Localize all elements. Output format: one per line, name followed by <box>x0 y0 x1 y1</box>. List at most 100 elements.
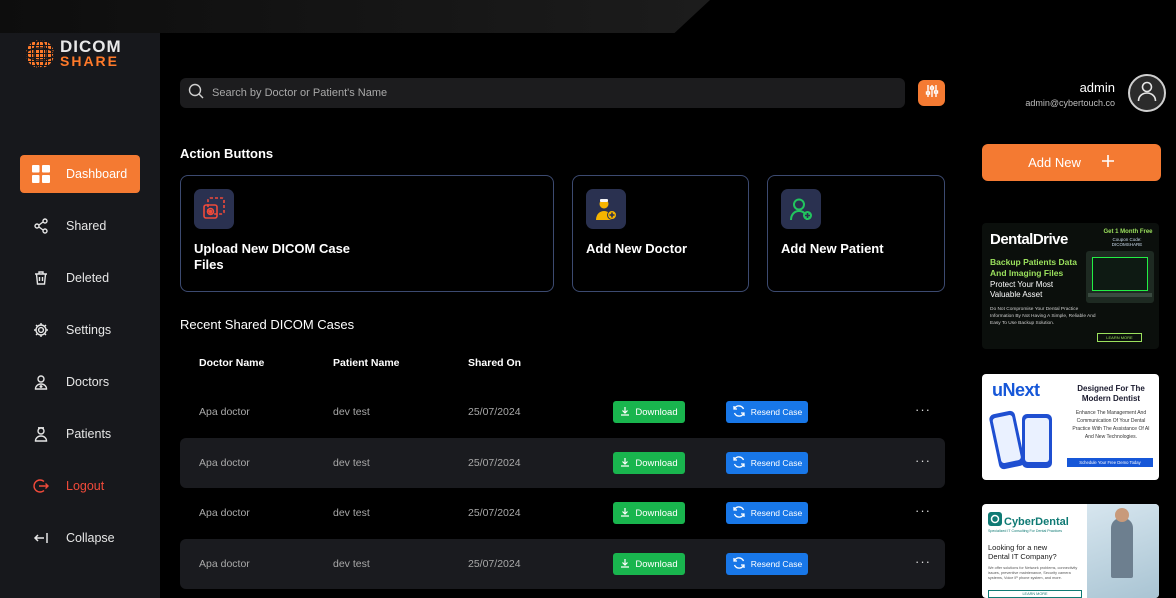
sidebar-item-collapse[interactable]: Collapse <box>20 519 140 557</box>
sidebar-item-shared[interactable]: Shared <box>20 207 140 245</box>
gear-icon <box>32 321 50 339</box>
sidebar-item-label: Deleted <box>66 271 110 285</box>
share-icon <box>32 217 50 235</box>
action-buttons-title: Action Buttons <box>180 146 274 161</box>
download-button[interactable]: Download <box>613 502 685 524</box>
app-logo[interactable]: DICOM SHARE <box>24 38 122 70</box>
patient-name-cell: dev test <box>333 457 370 469</box>
doctor-icon <box>32 373 50 391</box>
top-strip <box>0 0 1176 33</box>
upload-dicom-card[interactable]: Upload New DICOM Case Files <box>180 175 554 292</box>
sidebar-item-doctors[interactable]: Doctors <box>20 363 140 401</box>
card-label: Add New Doctor <box>586 241 688 256</box>
ad-headline: Designed For The Modern Dentist <box>1077 384 1145 403</box>
sidebar-item-label: Doctors <box>66 375 110 389</box>
download-label: Download <box>635 457 678 469</box>
filter-sliders-icon <box>925 84 939 103</box>
search-bar[interactable] <box>180 78 905 108</box>
shared-on-cell: 25/07/2024 <box>468 558 521 570</box>
upload-dicom-icon <box>194 189 234 229</box>
column-header-doctor: Doctor Name <box>199 357 265 369</box>
resend-label: Resend Case <box>750 508 803 518</box>
sidebar-item-label: Settings <box>66 323 112 337</box>
download-icon <box>620 507 630 520</box>
sidebar-item-label: Shared <box>66 219 107 233</box>
resend-label: Resend Case <box>750 559 803 569</box>
phone-illustration <box>988 409 1026 471</box>
doctor-name-cell: Apa doctor <box>199 558 250 570</box>
more-options-icon[interactable]: ··· <box>915 402 931 417</box>
ad-headline: Looking for a new Dental IT Company? <box>988 543 1057 561</box>
patient-name-cell: dev test <box>333 558 370 570</box>
sidebar-item-label: Patients <box>66 427 112 441</box>
ad-learn-more-button[interactable]: LEARN MORE <box>988 590 1082 598</box>
ad-promo: Get 1 Month Free <box>1103 229 1153 235</box>
cyberdental-ad[interactable]: CyberDental Specialized IT Consulting Fo… <box>982 504 1159 598</box>
resend-label: Resend Case <box>750 407 803 417</box>
table-row: Apa doctor dev test 25/07/2024 Download … <box>180 539 945 589</box>
download-label: Download <box>635 507 678 519</box>
top-strip-gradient <box>0 0 710 33</box>
table-row: Apa doctor dev test 25/07/2024 Download … <box>180 488 945 538</box>
sidebar-item-settings[interactable]: Settings <box>20 311 140 349</box>
plus-icon <box>1101 154 1115 171</box>
more-options-icon[interactable]: ··· <box>915 453 931 468</box>
search-input[interactable] <box>212 87 892 99</box>
shared-on-cell: 25/07/2024 <box>468 457 521 469</box>
refresh-icon <box>732 404 746 420</box>
ad-learn-more-button[interactable]: LEARN MORE <box>1097 333 1142 342</box>
user-name: admin <box>1079 80 1115 95</box>
globe-logo-icon <box>25 39 55 69</box>
sidebar-item-dashboard[interactable]: Dashboard <box>20 155 140 193</box>
ad-brand: CyberDental <box>1004 515 1069 528</box>
resend-case-button[interactable]: Resend Case <box>726 452 808 474</box>
resend-label: Resend Case <box>750 458 803 468</box>
ad-headline: Backup Patients Data And Imaging Files <box>990 257 1082 278</box>
resend-case-button[interactable]: Resend Case <box>726 553 808 575</box>
shared-on-cell: 25/07/2024 <box>468 507 521 519</box>
sidebar-item-deleted[interactable]: Deleted <box>20 259 140 297</box>
more-options-icon[interactable]: ··· <box>915 554 931 569</box>
ad-headline-2: Protect Your Most Valuable Asset <box>990 280 1054 299</box>
add-doctor-card[interactable]: Add New Doctor <box>572 175 749 292</box>
ad-body: Enhance The Management And Communication… <box>1072 410 1150 440</box>
dashboard-icon <box>32 165 50 183</box>
office-photo <box>1087 504 1159 598</box>
search-icon <box>188 83 204 104</box>
sidebar-item-patients[interactable]: Patients <box>20 415 140 453</box>
refresh-icon <box>732 556 746 572</box>
download-label: Download <box>635 558 678 570</box>
patient-name-cell: dev test <box>333 507 370 519</box>
more-options-icon[interactable]: ··· <box>915 503 931 518</box>
logo-line1: DICOM <box>60 37 122 56</box>
sidebar-item-logout[interactable]: Logout <box>20 467 140 505</box>
patient-icon <box>32 425 50 443</box>
table-row: Apa doctor dev test 25/07/2024 Download … <box>180 438 945 488</box>
avatar[interactable] <box>1128 74 1166 112</box>
sidebar-item-label: Collapse <box>66 531 115 545</box>
ad-schedule-demo-button[interactable]: Schedule Your Free Demo Today <box>1067 458 1153 467</box>
filter-button[interactable] <box>918 80 945 106</box>
download-icon <box>620 457 630 470</box>
column-header-patient: Patient Name <box>333 357 400 369</box>
dentaldrive-ad[interactable]: DentalDrive Get 1 Month Free Coupon Code… <box>982 223 1159 349</box>
unext-ad[interactable]: uNext Designed For The Modern Dentist En… <box>982 374 1159 480</box>
download-button[interactable]: Download <box>613 452 685 474</box>
ad-brand: uNext <box>992 380 1040 400</box>
card-label: Upload New DICOM Case Files <box>194 241 351 272</box>
add-patient-card[interactable]: Add New Patient <box>767 175 945 292</box>
download-button[interactable]: Download <box>613 401 685 423</box>
ad-coupon: Coupon Code: DICOMSHARE <box>1111 237 1143 247</box>
download-button[interactable]: Download <box>613 553 685 575</box>
laptop-illustration <box>1086 251 1154 303</box>
add-new-button[interactable]: Add New <box>982 144 1161 181</box>
card-label: Add New Patient <box>781 241 884 256</box>
ad-brand: DentalDrive <box>990 231 1068 248</box>
resend-case-button[interactable]: Resend Case <box>726 401 808 423</box>
sidebar-item-label: Logout <box>66 479 105 493</box>
collapse-icon <box>32 529 50 547</box>
recent-cases-title: Recent Shared DICOM Cases <box>180 317 355 332</box>
resend-case-button[interactable]: Resend Case <box>726 502 808 524</box>
refresh-icon <box>732 455 746 471</box>
ad-tagline: Specialized IT Consulting For Dental Pra… <box>988 529 1063 533</box>
